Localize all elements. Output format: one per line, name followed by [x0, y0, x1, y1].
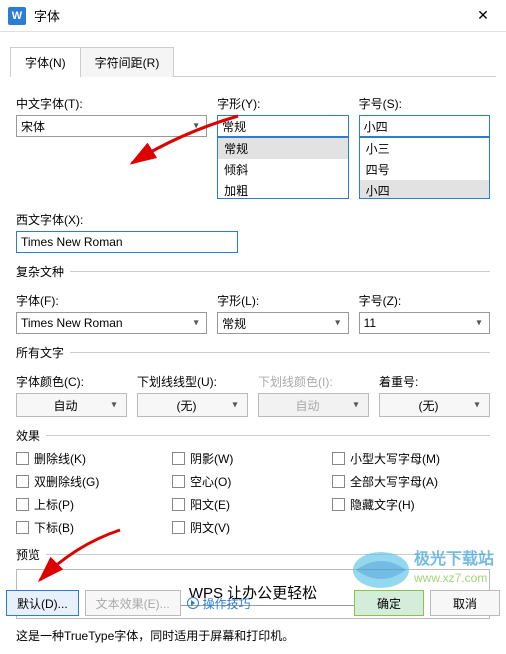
preview-description: 这是一种TrueType字体，同时适用于屏幕和打印机。: [16, 627, 490, 644]
complex-font-dropdown[interactable]: Times New Roman ▾: [16, 312, 207, 334]
style-label: 字形(Y):: [217, 95, 348, 112]
chevron-down-icon: ▾: [471, 318, 487, 329]
size-value: 小四: [364, 118, 388, 135]
smallcaps-checkbox[interactable]: 小型大写字母(M): [332, 450, 490, 467]
style-option[interactable]: 倾斜: [218, 159, 347, 180]
font-color-dropdown[interactable]: 自动▾: [16, 393, 127, 417]
hidden-checkbox[interactable]: 隐藏文字(H): [332, 496, 490, 513]
size-listbox[interactable]: 小三 四号 小四: [359, 137, 490, 199]
complex-header: 复杂文种: [16, 263, 64, 280]
chevron-down-icon: ▾: [469, 400, 485, 411]
preview-header: 预览: [16, 546, 40, 563]
strikethrough-checkbox[interactable]: 删除线(K): [16, 450, 172, 467]
size-option[interactable]: 小四: [360, 180, 489, 199]
style-option[interactable]: 常规: [218, 138, 347, 159]
complex-style-dropdown[interactable]: 常规 ▾: [217, 312, 348, 334]
complex-style-label: 字形(L):: [217, 292, 348, 309]
shadow-checkbox[interactable]: 阴影(W): [172, 450, 332, 467]
double-strikethrough-checkbox[interactable]: 双删除线(G): [16, 473, 172, 490]
default-button[interactable]: 默认(D)...: [6, 590, 79, 616]
underline-color-dropdown: 自动▾: [258, 393, 369, 417]
size-label: 字号(S):: [359, 95, 490, 112]
style-listbox[interactable]: 常规 倾斜 加粗: [217, 137, 348, 199]
style-input[interactable]: 常规: [217, 115, 348, 137]
chevron-down-icon: ▾: [227, 400, 243, 411]
text-effect-button: 文本效果(E)...: [85, 590, 181, 616]
chevron-down-icon: ▾: [330, 318, 346, 329]
underline-style-label: 下划线线型(U):: [137, 373, 248, 390]
font-color-label: 字体颜色(C):: [16, 373, 127, 390]
underline-color-label: 下划线颜色(I):: [258, 373, 369, 390]
chevron-down-icon: ▾: [106, 400, 122, 411]
complex-font-label: 字体(F):: [16, 292, 207, 309]
tips-link[interactable]: 操作技巧: [187, 595, 251, 612]
effects-header: 效果: [16, 427, 40, 444]
complex-size-value: 11: [364, 316, 376, 330]
size-input[interactable]: 小四: [359, 115, 490, 137]
superscript-checkbox[interactable]: 上标(P): [16, 496, 172, 513]
chevron-down-icon: ▾: [348, 400, 364, 411]
chevron-down-icon: ▾: [188, 318, 204, 329]
chinese-font-dropdown[interactable]: 宋体 ▾: [16, 115, 207, 137]
size-option[interactable]: 小三: [360, 138, 489, 159]
alltext-header: 所有文字: [16, 344, 64, 361]
underline-style-dropdown[interactable]: (无)▾: [137, 393, 248, 417]
style-option[interactable]: 加粗: [218, 180, 347, 199]
tab-spacing[interactable]: 字符间距(R): [80, 47, 175, 77]
western-font-label: 西文字体(X):: [16, 211, 490, 228]
cancel-button[interactable]: 取消: [430, 590, 500, 616]
emphasis-dropdown[interactable]: (无)▾: [379, 393, 490, 417]
dialog-title: 字体: [34, 6, 468, 25]
size-option[interactable]: 四号: [360, 159, 489, 180]
chevron-down-icon: ▾: [188, 121, 204, 132]
allcaps-checkbox[interactable]: 全部大写字母(A): [332, 473, 490, 490]
chinese-font-label: 中文字体(T):: [16, 95, 207, 112]
emboss-checkbox[interactable]: 阳文(E): [172, 496, 332, 513]
tab-font[interactable]: 字体(N): [10, 47, 81, 77]
style-value: 常规: [222, 118, 246, 135]
engrave-checkbox[interactable]: 阴文(V): [172, 519, 332, 536]
hollow-checkbox[interactable]: 空心(O): [172, 473, 332, 490]
subscript-checkbox[interactable]: 下标(B): [16, 519, 172, 536]
complex-size-dropdown[interactable]: 11 ▾: [359, 312, 490, 334]
close-icon[interactable]: ✕: [468, 7, 498, 24]
play-icon: [187, 597, 199, 609]
complex-style-value: 常规: [222, 315, 246, 332]
ok-button[interactable]: 确定: [354, 590, 424, 616]
emphasis-label: 着重号:: [379, 373, 490, 390]
complex-font-value: Times New Roman: [21, 316, 123, 330]
western-font-input[interactable]: [16, 231, 238, 253]
complex-size-label: 字号(Z):: [359, 292, 490, 309]
app-icon: W: [8, 7, 26, 25]
chinese-font-value: 宋体: [21, 118, 45, 135]
